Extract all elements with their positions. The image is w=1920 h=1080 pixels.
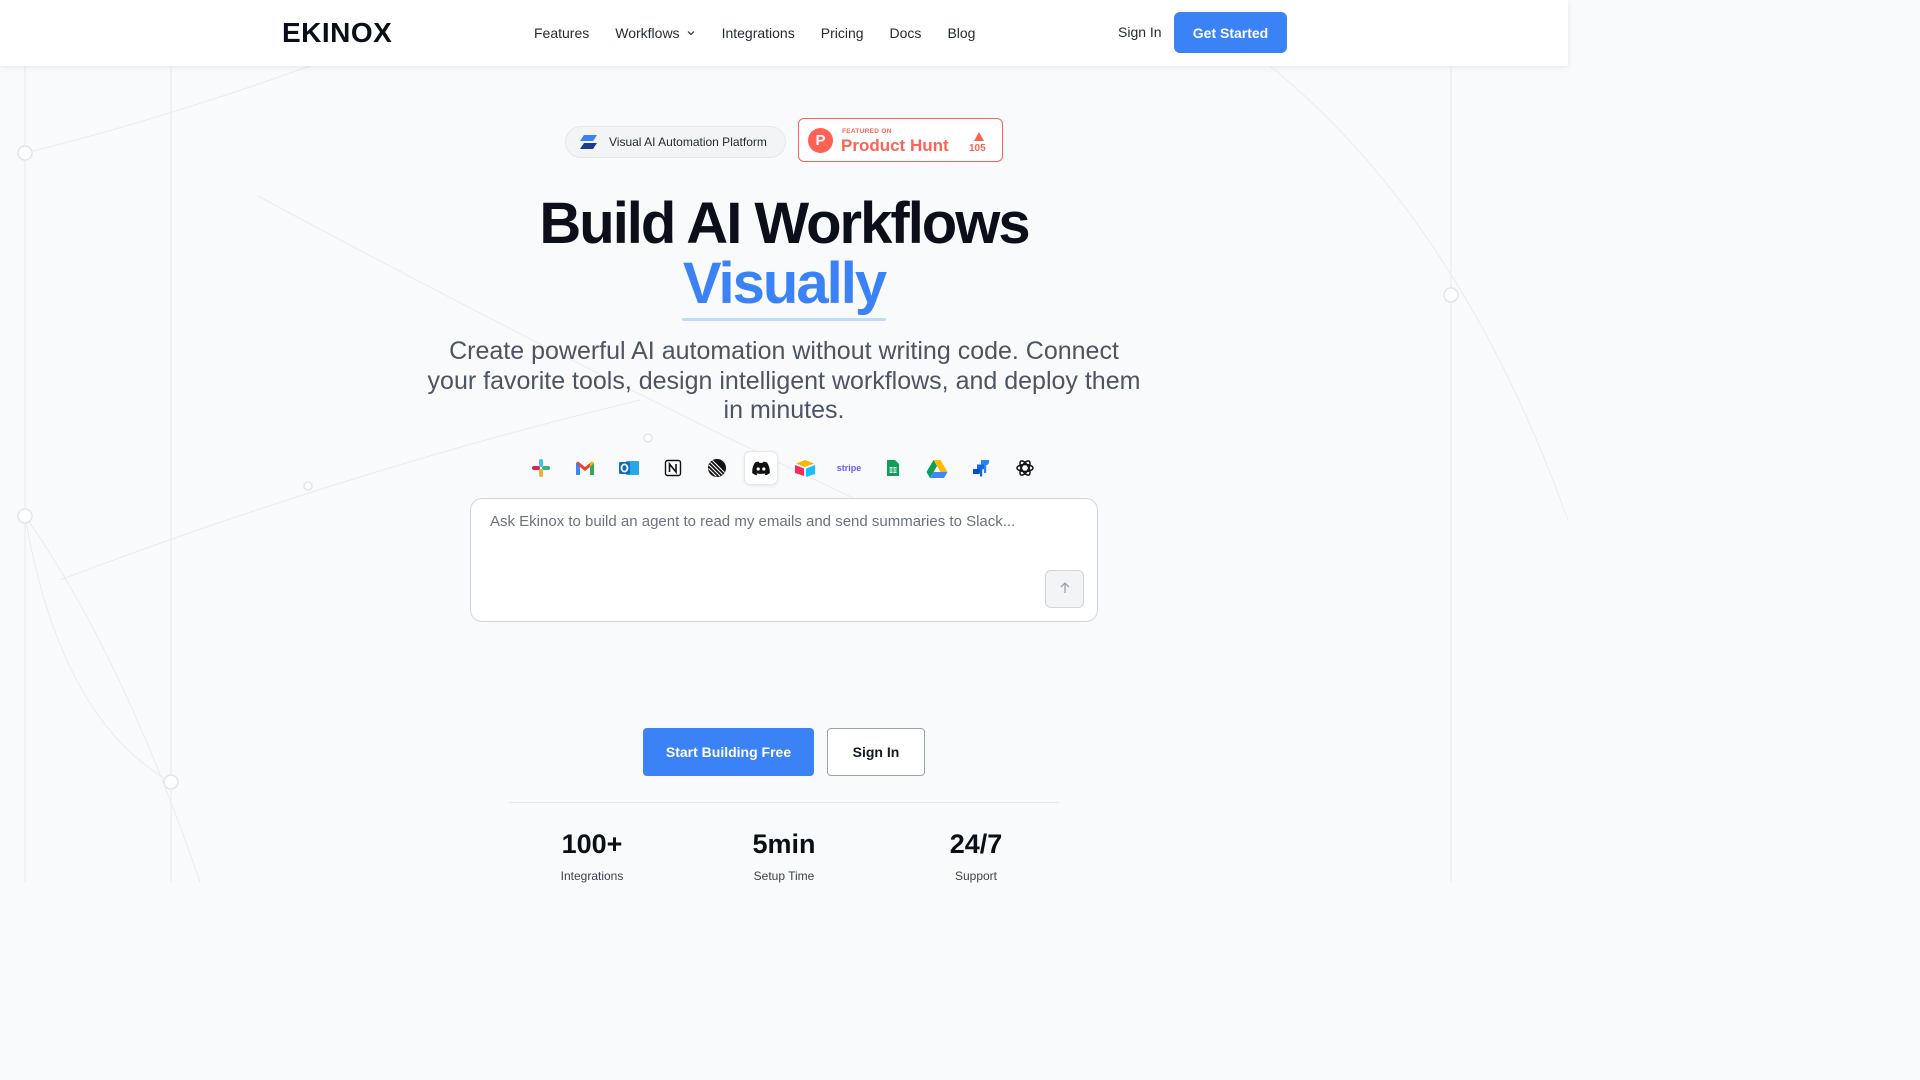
google-drive-icon[interactable] <box>920 451 954 485</box>
sign-in-button[interactable]: Sign In <box>827 728 925 776</box>
nav-item-integrations[interactable]: Integrations <box>722 25 795 41</box>
stripe-wordmark: stripe <box>836 463 862 473</box>
product-hunt-name: Product Hunt <box>841 136 949 155</box>
nav-item-label: Docs <box>889 25 922 41</box>
stat-label: Setup Time <box>753 869 815 883</box>
stripe-icon[interactable]: stripe <box>832 451 866 485</box>
stat-value: 100+ <box>561 829 623 859</box>
title-underline <box>682 318 886 321</box>
nav-item-label: Pricing <box>820 25 864 41</box>
nav-item-pricing[interactable]: Pricing <box>821 25 864 41</box>
stat-support: 24/7 Support <box>896 828 1056 883</box>
start-building-button[interactable]: Start Building Free <box>643 728 814 776</box>
nav-item-blog[interactable]: Blog <box>947 25 975 41</box>
notion-icon[interactable] <box>656 451 690 485</box>
nav-item-label: Workflows <box>615 25 680 41</box>
brand-logo[interactable]: EKINOX <box>282 17 392 49</box>
slack-icon[interactable] <box>524 451 558 485</box>
site-header: EKINOX Features Workflows Integrations P… <box>0 0 1568 66</box>
chevron-down-icon <box>686 25 696 41</box>
get-started-button[interactable]: Get Started <box>1174 12 1287 53</box>
stat-value: 5min <box>752 829 816 859</box>
integration-icons-row: stripe <box>524 450 1052 486</box>
hero-title-line2: Visually <box>682 251 887 316</box>
send-button[interactable] <box>1045 570 1084 608</box>
product-hunt-logo-icon: P <box>808 128 833 153</box>
nav-item-label: Blog <box>947 25 976 41</box>
hero-title-line1: Build AI Workflows <box>539 191 1030 256</box>
stat-label: Integrations <box>560 869 624 883</box>
airtable-icon[interactable] <box>788 451 822 485</box>
product-hunt-featured-label: FEATURED ON <box>842 128 892 135</box>
gmail-icon[interactable] <box>568 451 602 485</box>
main-nav: Features Workflows Integrations Pricing … <box>534 0 1001 66</box>
discord-icon[interactable] <box>744 451 778 485</box>
nav-item-workflows[interactable]: Workflows <box>615 25 695 41</box>
google-sheets-icon[interactable] <box>876 451 910 485</box>
nav-item-label: Features <box>534 25 590 41</box>
arrow-up-icon <box>1059 581 1071 597</box>
stat-setup-time: 5min Setup Time <box>704 828 864 883</box>
stat-value: 24/7 <box>949 829 1003 859</box>
nav-item-features[interactable]: Features <box>534 25 589 41</box>
header-sign-in-link[interactable]: Sign In <box>1118 24 1162 40</box>
product-hunt-upvote-count: 105 <box>969 143 986 154</box>
stats-divider <box>509 802 1059 803</box>
hero-subtitle: Create powerful AI automation without wr… <box>427 337 1141 424</box>
nav-item-docs[interactable]: Docs <box>890 25 922 41</box>
product-hunt-badge[interactable]: P FEATURED ON Product Hunt 105 <box>798 118 1003 162</box>
jira-icon[interactable] <box>964 451 998 485</box>
openai-icon[interactable] <box>1008 451 1042 485</box>
platform-badge-label: Visual AI Automation Platform <box>609 135 767 149</box>
stat-label: Support <box>954 869 998 883</box>
prompt-box <box>470 498 1098 622</box>
prompt-input[interactable] <box>490 513 1050 573</box>
outlook-icon[interactable] <box>612 451 646 485</box>
stat-integrations: 100+ Integrations <box>512 828 672 883</box>
platform-badge[interactable]: Visual AI Automation Platform <box>565 126 786 158</box>
hero-section: Visual AI Automation Platform P FEATURED… <box>0 66 1568 883</box>
linear-icon[interactable] <box>700 451 734 485</box>
nav-item-label: Integrations <box>721 25 795 41</box>
ekinox-mark-icon <box>580 135 597 149</box>
